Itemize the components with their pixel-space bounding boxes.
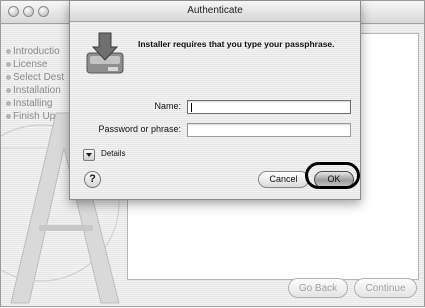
step-license: License bbox=[6, 59, 47, 70]
password-field[interactable] bbox=[187, 123, 351, 137]
ok-button-highlight-ring bbox=[305, 162, 360, 189]
continue-button[interactable]: Continue bbox=[354, 278, 417, 298]
go-back-button[interactable]: Go Back bbox=[288, 278, 348, 298]
step-introduction: Introductio bbox=[6, 46, 60, 57]
auth-message: Installer requires that you type your pa… bbox=[138, 39, 335, 49]
close-window-button[interactable] bbox=[8, 6, 19, 17]
details-label: Details bbox=[101, 149, 126, 158]
step-installation-type: Installation bbox=[6, 85, 61, 96]
zoom-window-button[interactable] bbox=[38, 6, 49, 17]
dialog-title: Authenticate bbox=[70, 1, 360, 22]
step-bullet-icon bbox=[6, 100, 11, 106]
step-bullet-icon bbox=[6, 61, 11, 67]
text-cursor bbox=[191, 103, 192, 112]
step-bullet-icon bbox=[6, 74, 11, 80]
step-select-destination: Select Dest bbox=[6, 72, 64, 83]
step-bullet-icon bbox=[6, 113, 11, 119]
password-label: Password or phrase: bbox=[98, 124, 181, 134]
step-bullet-icon bbox=[6, 87, 11, 93]
minimize-window-button[interactable] bbox=[23, 6, 34, 17]
cancel-button[interactable]: Cancel bbox=[258, 171, 309, 188]
step-bullet-icon bbox=[6, 48, 11, 54]
details-disclosure-toggle[interactable] bbox=[83, 149, 95, 161]
step-finish-up: Finish Up bbox=[6, 111, 55, 122]
name-label: Name: bbox=[154, 101, 181, 111]
installer-package-icon bbox=[86, 32, 124, 74]
help-button[interactable]: ? bbox=[84, 171, 101, 188]
step-installing: Installing bbox=[6, 98, 52, 109]
triangle-down-icon bbox=[86, 153, 92, 157]
name-field[interactable] bbox=[187, 100, 351, 114]
